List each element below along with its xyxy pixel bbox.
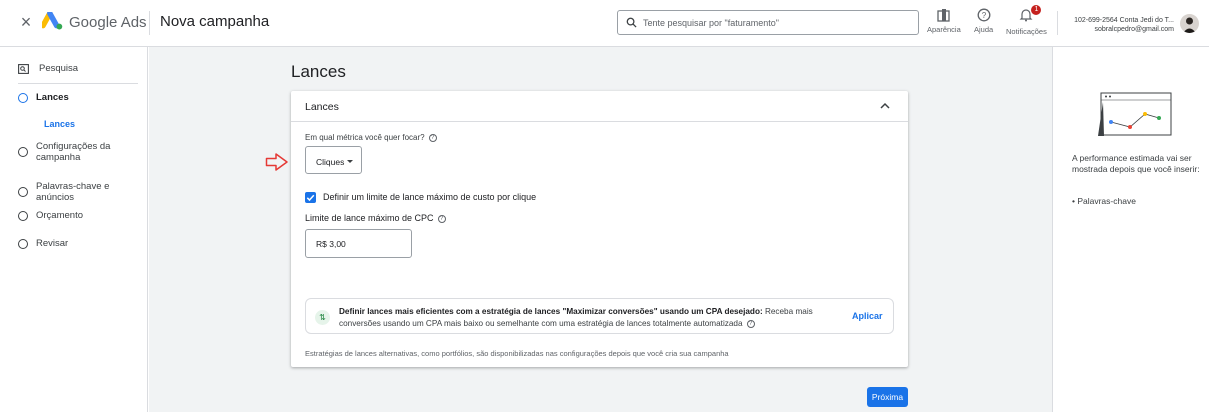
performance-bullet-keywords: • Palavras-chave: [1072, 196, 1136, 206]
step-circle-icon: [18, 210, 28, 221]
apply-button[interactable]: Aplicar: [852, 311, 883, 321]
notifications-button[interactable]: 1 Notificações: [1006, 5, 1047, 36]
help-icon[interactable]: ?: [428, 133, 437, 142]
sidebar-item-orcamento[interactable]: Orçamento: [18, 210, 83, 221]
cpc-limit-label-text: Limite de lance máximo de CPC: [305, 213, 434, 223]
metric-question: Em qual métrica você quer focar??: [305, 133, 437, 142]
cpc-limit-input[interactable]: [305, 229, 412, 258]
search-ad-icon: [18, 63, 29, 74]
header-divider: [149, 11, 150, 35]
appearance-icon: [937, 9, 951, 22]
avatar[interactable]: [1180, 14, 1199, 33]
campaign-title: Nova campanha: [160, 13, 270, 30]
recommendation-box: ⇅ Definir lances mais eficientes com a e…: [305, 298, 894, 334]
help-icon[interactable]: ?: [437, 214, 446, 223]
help-icon: ?: [977, 8, 991, 22]
step-circle-icon: [18, 92, 28, 103]
svg-text:?: ?: [981, 11, 986, 20]
help-label: Ajuda: [974, 25, 994, 34]
step-circle-icon: [18, 238, 28, 249]
sidebar-item-label: Revisar: [36, 238, 69, 249]
card-title: Lances: [305, 101, 339, 113]
sidebar: Pesquisa Lances Lances Configurações da …: [0, 47, 148, 412]
sidebar-item-label: Orçamento: [36, 210, 83, 221]
alternative-strategies-note: Estratégias de lances alternativas, como…: [305, 349, 729, 358]
check-icon: [306, 194, 315, 202]
help-icon[interactable]: ?: [746, 319, 755, 328]
page-title: Lances: [291, 62, 346, 81]
recommendation-title: Definir lances mais eficientes com a est…: [339, 307, 763, 316]
card-header[interactable]: Lances: [291, 91, 908, 122]
header-divider-2: [1057, 11, 1058, 35]
sidebar-item-label: Pesquisa: [39, 63, 79, 74]
metric-question-text: Em qual métrica você quer focar?: [305, 133, 425, 142]
cpc-limit-label: Limite de lance máximo de CPC?: [305, 213, 446, 223]
sidebar-item-palavras-chave[interactable]: Palavras-chave e anúncios: [18, 181, 147, 203]
top-bar: × Google Ads Nova campanha Aparência ? A…: [0, 0, 1209, 47]
step-circle-icon: [18, 187, 28, 197]
next-button[interactable]: Próxima: [867, 387, 908, 407]
sidebar-item-pesquisa[interactable]: Pesquisa: [18, 63, 78, 74]
max-cpc-checkbox[interactable]: [305, 192, 316, 203]
sidebar-item-revisar[interactable]: Revisar: [18, 238, 68, 249]
sidebar-item-label: Lances: [44, 119, 76, 129]
dropdown-arrow-icon: [347, 160, 353, 163]
search-input[interactable]: [643, 17, 893, 28]
sidebar-subitem-lances[interactable]: Lances: [44, 119, 75, 129]
recommendation-text: Definir lances mais eficientes com a est…: [339, 306, 829, 330]
notifications-label: Notificações: [1006, 27, 1047, 36]
close-icon[interactable]: ×: [18, 13, 34, 31]
account-id: 102-699-2564 Conta Jedi do T...: [1074, 17, 1174, 24]
sidebar-item-label: Configurações da campanha: [36, 141, 111, 163]
appearance-button[interactable]: Aparência: [927, 8, 961, 34]
help-button[interactable]: ? Ajuda: [974, 8, 993, 34]
chevron-up-icon[interactable]: [879, 100, 891, 112]
notification-badge: 1: [1031, 5, 1042, 15]
metric-dropdown-value: Cliques: [316, 157, 345, 167]
performance-chart-illustration: [1098, 92, 1172, 136]
account-email: sobralcpedro@gmail.com: [1094, 26, 1174, 33]
search-box[interactable]: [617, 10, 919, 35]
bidding-card: Lances Em qual métrica você quer focar??…: [291, 91, 908, 367]
sidebar-item-configuracoes[interactable]: Configurações da campanha: [18, 141, 143, 163]
sidebar-divider: [18, 83, 138, 84]
performance-panel: A performance estimada vai ser mostrada …: [1052, 47, 1209, 412]
step-circle-icon: [18, 147, 28, 157]
performance-message: A performance estimada vai ser mostrada …: [1072, 153, 1200, 174]
account-info[interactable]: 102-699-2564 Conta Jedi do T... sobralcp…: [1064, 16, 1174, 34]
sidebar-item-label: Palavras-chave e anúncios: [36, 181, 110, 203]
search-icon: [626, 17, 637, 28]
annotation-arrow-icon: [265, 153, 288, 171]
max-cpc-checkbox-label: Definir um limite de lance máximo de cus…: [323, 192, 537, 202]
avatar-image: [1183, 17, 1196, 33]
sidebar-item-lances[interactable]: Lances: [18, 92, 69, 103]
metric-dropdown[interactable]: Cliques: [305, 146, 362, 174]
sidebar-item-label: Lances: [36, 92, 69, 103]
bidding-strategy-icon: ⇅: [315, 310, 330, 325]
google-ads-logo: [42, 12, 63, 30]
brand-name: Google Ads: [69, 14, 147, 31]
appearance-label: Aparência: [927, 25, 961, 34]
